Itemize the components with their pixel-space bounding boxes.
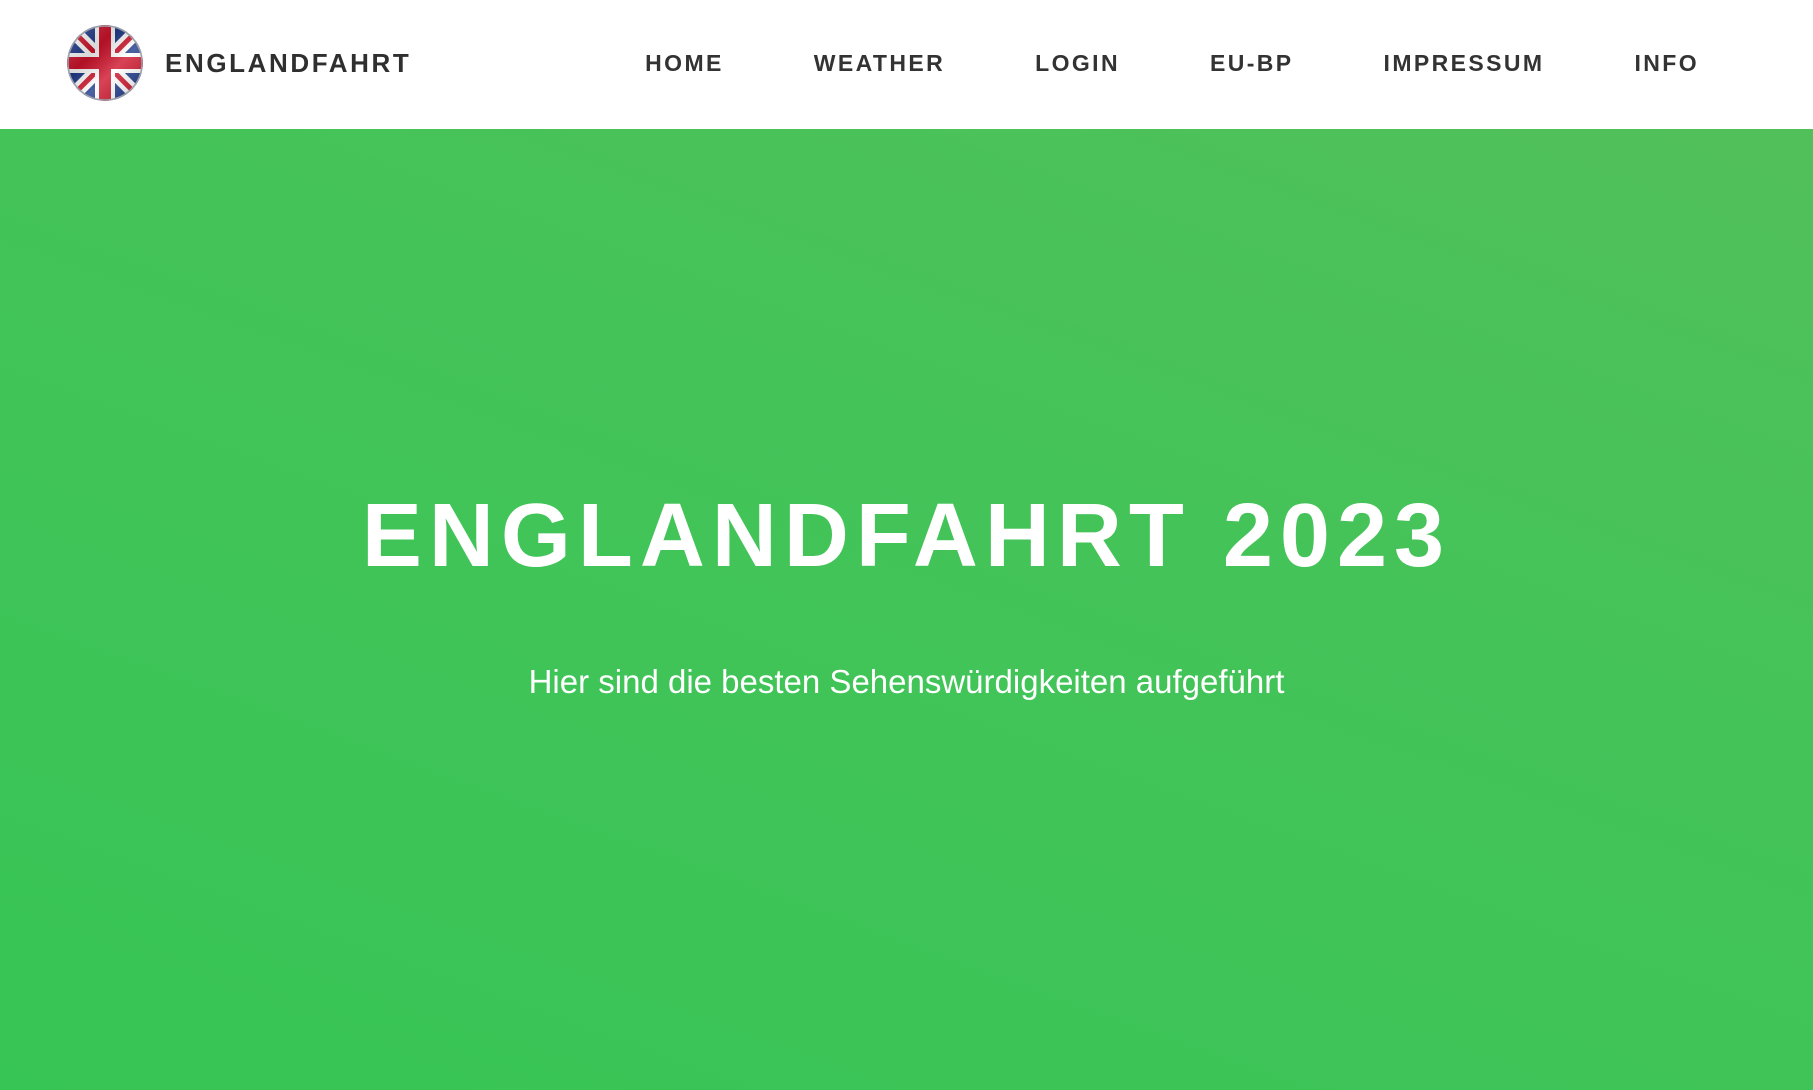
hero-subtitle: Hier sind die besten Sehenswürdigkeiten … <box>528 663 1285 700</box>
nav-info-link[interactable]: INFO <box>1634 50 1699 77</box>
brand-link[interactable]: ENGLANDFAHRT <box>67 25 411 101</box>
hero-section: ENGLANDFAHRT 2023 Hier sind die besten S… <box>0 129 1813 1090</box>
main-nav: HOME WEATHER LOGIN EU-BP IMPRESSUM INFO <box>645 0 1699 126</box>
nav-eu-bp-link[interactable]: EU-BP <box>1210 50 1294 77</box>
nav-weather-link[interactable]: WEATHER <box>814 50 945 77</box>
page: ENGLANDFAHRT HOME WEATHER LOGIN EU-BP IM… <box>0 0 1813 1090</box>
hero-title: ENGLANDFAHRT 2023 <box>361 486 1452 586</box>
nav-home-link[interactable]: HOME <box>645 50 724 77</box>
brand-name: ENGLANDFAHRT <box>165 47 412 78</box>
union-jack-flag-icon <box>67 25 143 101</box>
top-navbar: ENGLANDFAHRT HOME WEATHER LOGIN EU-BP IM… <box>0 0 1813 129</box>
nav-impressum-link[interactable]: IMPRESSUM <box>1384 50 1545 77</box>
nav-login-link[interactable]: LOGIN <box>1035 50 1120 77</box>
